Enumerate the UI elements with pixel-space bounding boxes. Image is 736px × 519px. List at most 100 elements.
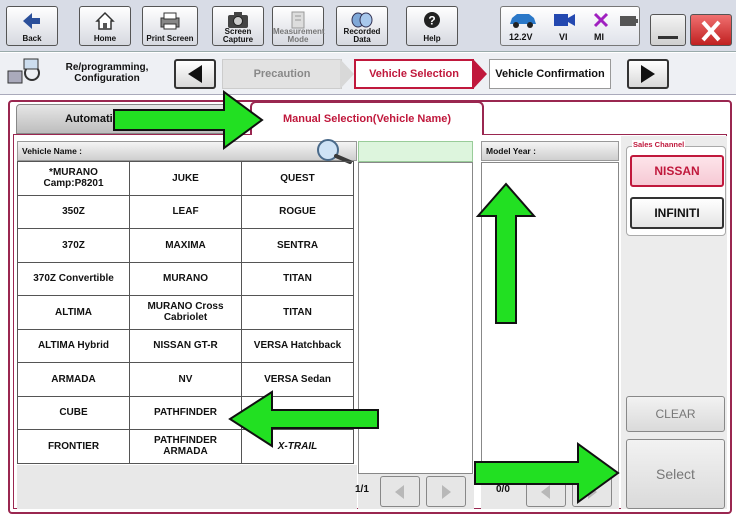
back-label: Back <box>22 34 42 43</box>
sales-channel-title: Sales Channel <box>632 140 686 149</box>
help-button[interactable]: ? Help <box>406 6 458 46</box>
step-precaution: Precaution <box>222 59 342 89</box>
vehicle-cell[interactable]: 350Z <box>17 194 130 229</box>
vehicle-cell[interactable]: MURANO Cross Cabriolet <box>129 295 242 330</box>
vehicle-cell[interactable]: VERSA Hatchback <box>241 328 354 363</box>
vehicle-cell[interactable]: VERSA Sedan <box>241 362 354 397</box>
model-year-list[interactable] <box>481 162 619 474</box>
mi-label: MI <box>594 32 604 42</box>
vehicle-cell[interactable]: X-TRAIL <box>241 429 354 464</box>
model-year-next-page-button[interactable] <box>572 476 612 507</box>
tab-automatic[interactable]: Automatic <box>16 104 236 134</box>
minimize-button[interactable] <box>650 14 686 46</box>
vehicle-cell[interactable]: NISSAN GT-R <box>129 328 242 363</box>
vehicle-search-field[interactable] <box>358 141 473 162</box>
vehicle-cell[interactable]: TITAN <box>241 261 354 296</box>
select-button[interactable]: Select <box>626 439 725 509</box>
step-vehicle-confirmation-label: Vehicle Confirmation <box>495 68 605 80</box>
car-icon <box>510 14 536 28</box>
reprogramming-icon <box>7 58 40 84</box>
help-icon: ? <box>424 12 440 28</box>
vehicle-cell[interactable]: MAXIMA <box>129 228 242 263</box>
printer-icon <box>160 12 180 30</box>
vi-label: VI <box>559 32 568 42</box>
vehicle-name-header: Vehicle Name : <box>17 141 357 161</box>
vehicle-cell[interactable]: CUBE <box>17 395 130 430</box>
table-row: FRONTIER PATHFINDER ARMADA X-TRAIL <box>17 429 354 464</box>
vehicle-cell[interactable]: PATHFINDER <box>129 395 242 430</box>
vehicle-page-indicator: 1/1 <box>355 484 369 495</box>
vehicle-name-table: *MURANO Camp:P8201 JUKE QUEST 350Z LEAF ROGUE… <box>17 161 354 464</box>
vehicle-next-page-button[interactable] <box>426 476 466 507</box>
vehicle-cell[interactable]: MURANO <box>129 261 242 296</box>
vehicle-cell[interactable]: QUEST <box>241 161 354 196</box>
vehicle-cell[interactable]: ALTIMA Hybrid <box>17 328 130 363</box>
table-row: ALTIMA MURANO Cross Cabriolet TITAN <box>17 295 354 330</box>
table-row: ALTIMA Hybrid NISSAN GT-R VERSA Hatchback <box>17 328 354 363</box>
close-icon <box>701 20 721 42</box>
vehicle-cell[interactable]: 370Z <box>17 228 130 263</box>
step-vehicle-confirmation: Vehicle Confirmation <box>489 59 611 89</box>
vehicle-cell[interactable]: ROGUE <box>241 194 354 229</box>
screen-capture-button[interactable]: Screen Capture <box>212 6 264 46</box>
vehicle-cell[interactable]: TITAN <box>241 295 354 330</box>
page-left-icon <box>541 484 550 499</box>
nissan-channel-label: NISSAN <box>654 164 700 178</box>
vehicle-name-header-label: Vehicle Name : <box>22 146 83 156</box>
back-arrow-icon <box>23 13 40 29</box>
infiniti-channel-label: INFINITI <box>654 206 700 220</box>
status-panel: 12.2V VI MI <box>500 6 640 46</box>
print-screen-button[interactable]: Print Screen <box>142 6 198 46</box>
vehicle-list-footer <box>17 465 357 509</box>
vehicle-cell[interactable]: 370Z Convertible <box>17 261 130 296</box>
step-vehicle-selection: Vehicle Selection <box>354 59 474 89</box>
close-button[interactable] <box>690 14 732 46</box>
vehicle-variant-list[interactable] <box>358 162 473 474</box>
vehicle-cell[interactable]: PATHFINDER ARMADA <box>129 429 242 464</box>
triangle-left-icon <box>188 65 202 83</box>
triangle-right-icon <box>641 65 655 83</box>
model-year-page-indicator: 0/0 <box>496 484 510 495</box>
page-left-icon <box>395 484 404 499</box>
vehicle-cell[interactable]: ALTIMA <box>17 295 130 330</box>
nav-previous-button[interactable] <box>174 59 216 89</box>
vehicle-cell[interactable]: SENTRA <box>241 228 354 263</box>
voltage-readout: 12.2V <box>509 32 533 42</box>
nav-next-button[interactable] <box>627 59 669 89</box>
table-row: 370Z Convertible MURANO TITAN <box>17 261 354 296</box>
vehicle-cell[interactable]: FRONTIER <box>17 429 130 464</box>
measurement-mode-label: Measurement Mode <box>273 27 325 44</box>
model-year-prev-page-button[interactable] <box>526 476 566 507</box>
model-year-header-label: Model Year : <box>486 146 536 156</box>
screen-capture-label: Screen Capture <box>222 27 254 44</box>
vehicle-cell[interactable]: LEAF <box>129 194 242 229</box>
recorded-data-button[interactable]: Recorded Data <box>336 6 388 46</box>
vehicle-cell[interactable]: JUKE <box>129 161 242 196</box>
vehicle-cell[interactable]: ARMADA <box>17 362 130 397</box>
clear-label: CLEAR <box>655 407 696 421</box>
back-button[interactable]: Back <box>6 6 58 46</box>
vehicle-cell[interactable]: NV <box>129 362 242 397</box>
vi-icon <box>554 14 575 26</box>
measurement-mode-button[interactable]: Measurement Mode <box>272 6 325 46</box>
vehicle-prev-page-button[interactable] <box>380 476 420 507</box>
page-right-icon <box>442 484 451 499</box>
table-row: ARMADA NV VERSA Sedan <box>17 362 354 397</box>
mi-disconnected-icon <box>593 12 609 28</box>
infiniti-channel-button[interactable]: INFINITI <box>630 197 724 229</box>
tab-manual-label: Manual Selection(Vehicle Name) <box>282 113 452 125</box>
tab-automatic-label: Automatic <box>65 113 119 125</box>
model-year-header: Model Year : <box>481 141 619 161</box>
table-row: CUBE PATHFINDER <box>17 395 354 430</box>
clear-button[interactable]: CLEAR <box>626 396 725 432</box>
home-button[interactable]: Home <box>79 6 131 46</box>
step-chevron-icon <box>340 59 354 89</box>
table-row: 350Z LEAF ROGUE <box>17 194 354 229</box>
vehicle-cell[interactable]: *MURANO Camp:P8201 <box>17 161 130 196</box>
step-chevron-icon <box>473 59 487 89</box>
tab-manual-selection[interactable]: Manual Selection(Vehicle Name) <box>250 101 484 135</box>
table-row: 370Z MAXIMA SENTRA <box>17 228 354 263</box>
battery-icon <box>620 16 638 26</box>
nissan-channel-button[interactable]: NISSAN <box>630 155 724 187</box>
select-label: Select <box>656 466 695 482</box>
